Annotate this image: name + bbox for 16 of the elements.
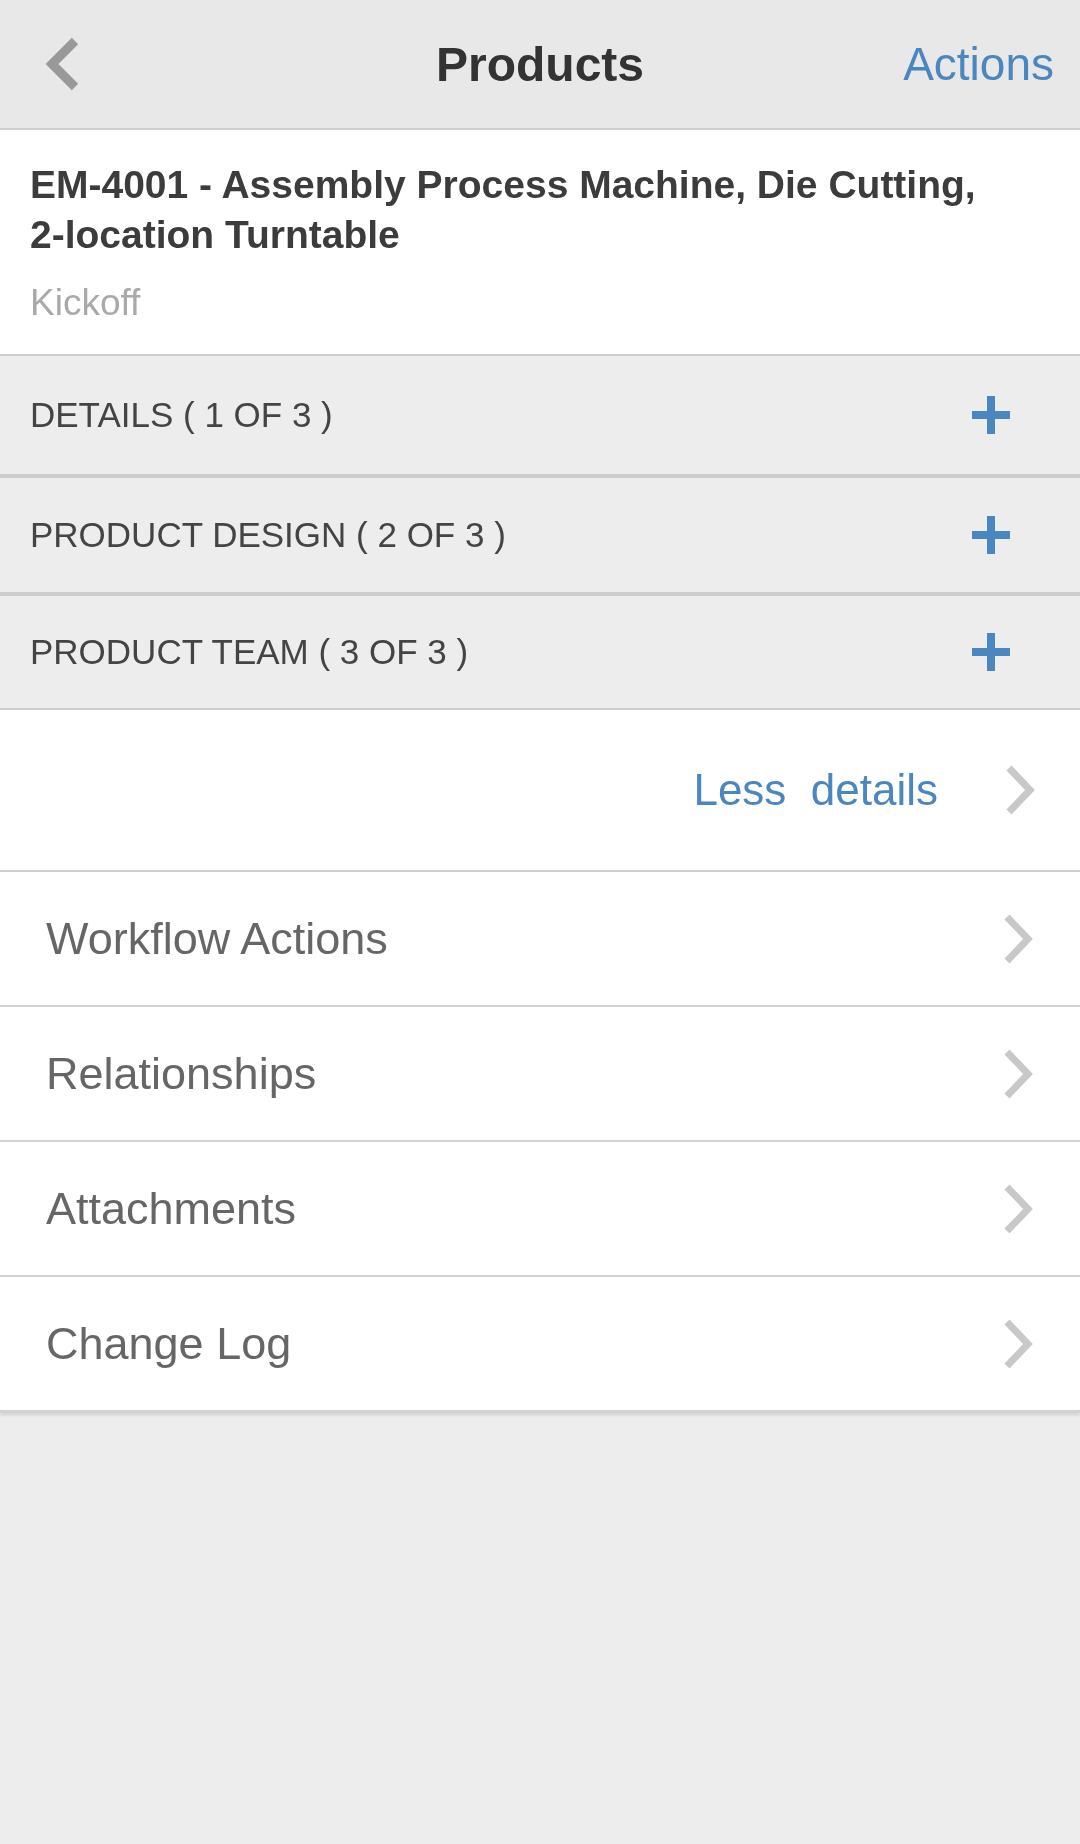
chevron-icon: [1002, 1047, 1034, 1100]
product-title: EM-4001 - Assembly Process Machine, Die Cutting, 2-location Turntable: [30, 162, 977, 258]
menu-item[interactable]: Workflow Actions: [0, 872, 1080, 1007]
chevron-icon: [1002, 1182, 1034, 1235]
chevron-icon: [1004, 764, 1036, 816]
back-icon: [44, 37, 80, 91]
product-status: Kickoff: [30, 281, 142, 325]
menu-item[interactable]: Relationships: [0, 1007, 1080, 1142]
menu-item[interactable]: Attachments: [0, 1142, 1080, 1277]
chevron-icon: [1002, 1317, 1034, 1370]
actions-button[interactable]: Actions: [903, 37, 1054, 91]
section-header[interactable]: PRODUCT TEAM ( 3 OF 3 ): [0, 592, 1080, 710]
menu-item[interactable]: Change Log: [0, 1277, 1080, 1412]
page-title: Products: [436, 36, 644, 92]
less-details-button[interactable]: Less details: [0, 710, 1080, 872]
chevron-icon: [1002, 912, 1034, 965]
